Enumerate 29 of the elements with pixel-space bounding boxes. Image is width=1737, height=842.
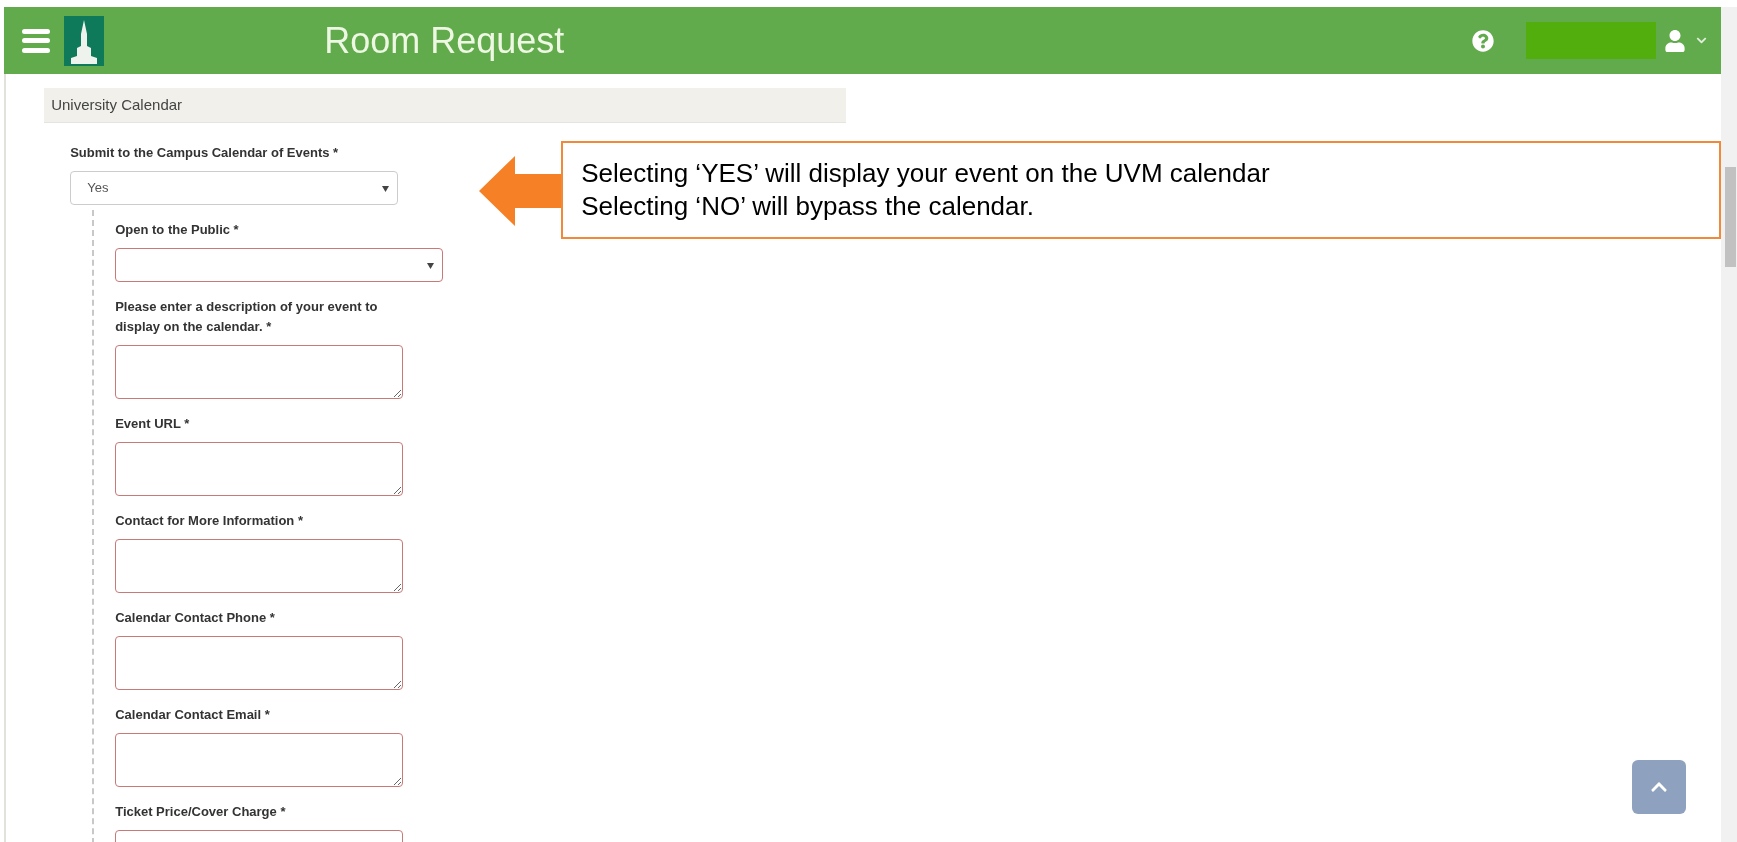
field-label: Contact for More Information * xyxy=(115,512,304,530)
field-label: Ticket Price/Cover Charge * xyxy=(115,803,287,821)
page-title: Room Request xyxy=(324,18,565,63)
field-label: Event URL * xyxy=(115,415,191,433)
text-area[interactable] xyxy=(115,636,404,690)
help-icon[interactable] xyxy=(1472,29,1495,52)
field-label: Calendar Contact Email * xyxy=(115,706,271,724)
callout-text: Selecting ‘YES’ will display your event on the UVM calendar xyxy=(581,157,1271,190)
select-field[interactable]: Yes xyxy=(70,171,399,205)
select-value: Yes xyxy=(87,179,109,198)
text-area[interactable] xyxy=(115,539,404,593)
text-area[interactable] xyxy=(115,345,404,399)
caret-icon xyxy=(427,263,435,269)
field-label: Submit to the Campus Calendar of Events * xyxy=(70,144,340,162)
callout-text: Selecting ‘NO’ will bypass the calendar. xyxy=(581,190,1035,223)
section-header: University Calendar xyxy=(44,88,847,123)
field-label: Open to the Public * xyxy=(115,221,240,239)
text-area[interactable] xyxy=(115,733,404,787)
arrow-icon xyxy=(479,156,562,226)
chevron-down-icon[interactable] xyxy=(1696,35,1708,46)
field-label: Calendar Contact Phone * xyxy=(115,609,276,627)
menu-icon[interactable] xyxy=(22,28,51,53)
user-icon[interactable] xyxy=(1664,29,1687,52)
back-to-top-button[interactable] xyxy=(1632,760,1686,814)
select-field[interactable] xyxy=(115,248,444,282)
field-label: Please enter a description of your event to display on the calendar. * xyxy=(115,298,379,336)
text-area[interactable] xyxy=(115,442,404,496)
caret-icon xyxy=(382,186,390,192)
tower-logo-icon xyxy=(64,15,105,66)
